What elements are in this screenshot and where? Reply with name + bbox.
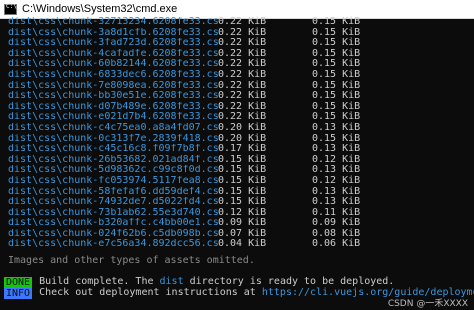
asset-path: dist\css\chunk-5d98362c.c99c8f0d.css: [8, 165, 218, 176]
asset-path: dist\css\chunk-d07b489e.6208fe33.css: [8, 101, 218, 112]
asset-row: dist\css\chunk-73b1ab62.55e3d740.css 0.12…: [8, 207, 360, 219]
asset-path: dist\css\chunk-60b82144.6208fe33.css: [8, 59, 218, 70]
asset-row: dist\css\chunk-e021d7b4.6208fe33.css 0.22…: [8, 112, 360, 123]
window-title: C:\Windows\System32\cmd.exe: [22, 3, 178, 15]
asset-path: dist\css\chunk-26b53682.021ad84f.css: [8, 154, 218, 165]
asset-path: dist\css\chunk-b320affc.c4bb00e1.css: [8, 218, 218, 229]
asset-gzip-size: 0.15 KiB: [312, 68, 361, 80]
asset-path: dist\css\chunk-e7c56a34.892dcc56.css: [8, 239, 218, 250]
asset-path: dist\css\chunk-3fad723d.6208fe33.css: [8, 38, 218, 49]
asset-row: dist\css\chunk-d07b489e.6208fe33.css 0.22…: [8, 101, 360, 113]
done-text-pre: Build complete. The: [39, 276, 160, 288]
console-output[interactable]: dist\css\chunk-32713234.6208fe33.css 0.22…: [0, 16, 474, 310]
asset-gzip-size: 0.13 KiB: [312, 121, 361, 133]
watermark: CSDN @一禾XXXX: [387, 299, 468, 309]
asset-size: 0.04 KiB: [218, 238, 267, 250]
asset-row: dist\css\chunk-60b82144.6208fe33.css 0.22…: [8, 59, 360, 70]
asset-path: dist\css\chunk-4cafadfe.6208fe33.css: [8, 48, 218, 59]
asset-row: dist\css\chunk-7e8098ea.6208fe33.css 0.22…: [8, 80, 360, 92]
asset-path: dist\css\chunk-7e8098ea.6208fe33.css: [8, 80, 218, 91]
omitted-note: Images and other types of assets omitted…: [8, 255, 255, 266]
cmd-icon: [4, 3, 17, 15]
asset-path: dist\css\chunk-c4c75ea0.a8a4fd07.css: [8, 122, 218, 133]
asset-size: 0.22 KiB: [218, 68, 267, 80]
asset-row: dist\css\chunk-3a8d1cfb.6208fe33.css 0.22…: [8, 27, 360, 39]
asset-gzip-size: 0.12 KiB: [312, 174, 361, 186]
asset-path: dist\css\chunk-58fefaf6.dd59def4.css: [8, 186, 218, 197]
asset-row: dist\css\chunk-3fad723d.6208fe33.css 0.22…: [8, 38, 360, 49]
asset-row: dist\css\chunk-58fefaf6.dd59def4.css 0.15…: [8, 186, 360, 198]
asset-row: dist\css\chunk-fc053974.5117fea8.css 0.15…: [8, 174, 361, 187]
asset-row: dist\css\chunk-e7c56a34.892dcc56.css 0.04…: [8, 239, 360, 250]
asset-path: dist\css\chunk-bb30e51e.6208fe33.css: [8, 91, 218, 102]
done-badge: DONE: [4, 277, 33, 288]
asset-path: dist\css\chunk-74932de7.d5022fd4.css: [8, 197, 218, 208]
asset-size: 0.22 KiB: [218, 16, 267, 27]
asset-row: dist\css\chunk-6833dec6.6208fe33.css 0.22…: [8, 68, 361, 81]
asset-path: dist\css\chunk-024f62b6.c5db098b.css: [8, 228, 218, 239]
asset-size: 0.20 KiB: [218, 121, 267, 133]
asset-path: dist\css\chunk-32713234.6208fe33.css: [8, 17, 218, 27]
asset-path: dist\css\chunk-0c313f7e.2839f418.css: [8, 133, 218, 144]
asset-row: dist\css\chunk-32713234.6208fe33.css 0.22…: [8, 16, 361, 28]
asset-gzip-size: 0.15 KiB: [312, 16, 361, 27]
cmd-window: C:\Windows\System32\cmd.exe dist\css\chu…: [0, 0, 474, 310]
asset-path: dist\css\chunk-6833dec6.6208fe33.css: [8, 69, 218, 80]
asset-row: dist\css\chunk-c4c75ea0.a8a4fd07.css 0.20…: [8, 121, 361, 134]
asset-row: dist\css\chunk-0c313f7e.2839f418.css 0.20…: [8, 133, 360, 145]
asset-row: dist\css\chunk-4cafadfe.6208fe33.css 0.22…: [8, 48, 360, 60]
asset-row: dist\css\chunk-74932de7.d5022fd4.css 0.15…: [8, 196, 360, 208]
asset-path: dist\css\chunk-e021d7b4.6208fe33.css: [8, 112, 218, 123]
asset-row: dist\css\chunk-024f62b6.c5db098b.css 0.07…: [8, 228, 360, 240]
asset-list: dist\css\chunk-32713234.6208fe33.css 0.22…: [8, 16, 361, 250]
asset-row: dist\css\chunk-26b53682.021ad84f.css 0.15…: [8, 154, 360, 166]
info-text: Check out deployment instructions at: [39, 287, 262, 299]
asset-path: dist\css\chunk-fc053974.5117fea8.css: [8, 175, 218, 186]
done-dir: dist: [159, 276, 184, 288]
asset-path: dist\css\chunk-73b1ab62.55e3d740.css: [8, 207, 218, 218]
asset-gzip-size: 0.06 KiB: [312, 238, 361, 250]
done-text-post: directory is ready to be deployed.: [183, 276, 395, 288]
asset-row: dist\css\chunk-bb30e51e.6208fe33.css 0.22…: [8, 91, 360, 102]
asset-row: dist\css\chunk-b320affc.c4bb00e1.css 0.09…: [8, 218, 360, 229]
asset-row: dist\css\chunk-5d98362c.c99c8f0d.css 0.15…: [8, 165, 360, 176]
asset-row: dist\css\chunk-c45c16c8.f09f7b8f.css 0.17…: [8, 144, 360, 155]
asset-path: dist\css\chunk-c45c16c8.f09f7b8f.css: [8, 144, 218, 155]
asset-size: 0.15 KiB: [218, 174, 267, 186]
info-badge: INFO: [4, 288, 33, 299]
asset-path: dist\css\chunk-3a8d1cfb.6208fe33.css: [8, 27, 218, 38]
